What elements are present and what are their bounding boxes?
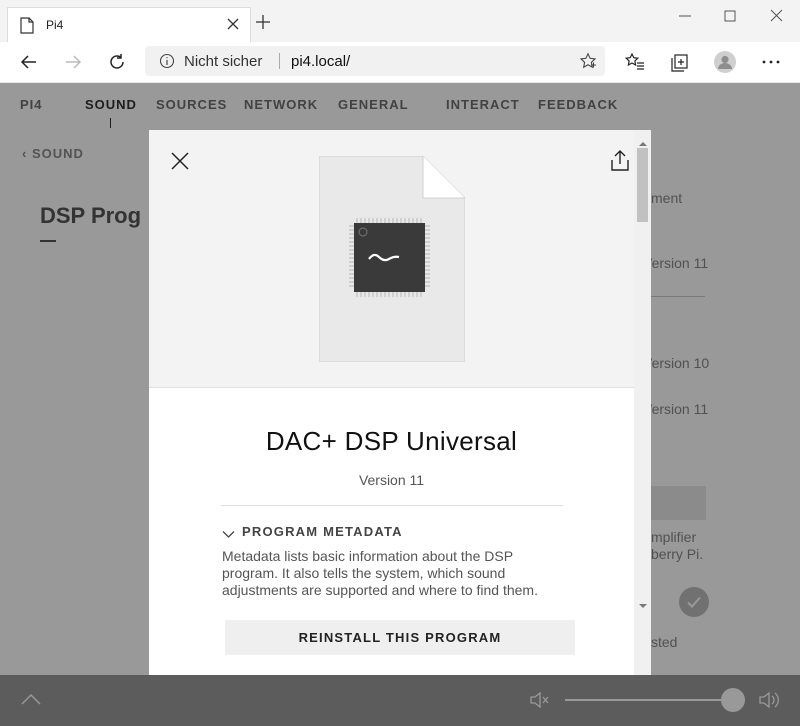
- maximize-icon[interactable]: [719, 8, 741, 26]
- close-icon[interactable]: [169, 150, 191, 172]
- address-bar[interactable]: Nicht sicher pi4.local/: [145, 46, 605, 76]
- favorites-icon[interactable]: [624, 51, 646, 73]
- scroll-down-icon[interactable]: [638, 597, 648, 615]
- collections-icon[interactable]: [669, 51, 691, 73]
- url-text[interactable]: pi4.local/: [291, 53, 350, 70]
- new-tab-icon[interactable]: [255, 14, 271, 35]
- dialog-scroll-thumb[interactable]: [637, 148, 648, 222]
- browser-tab[interactable]: Pi4: [7, 7, 251, 42]
- close-tab-icon[interactable]: [226, 17, 240, 36]
- dialog-header: [149, 130, 634, 388]
- program-version: Version 11: [358, 472, 425, 488]
- back-icon[interactable]: [18, 51, 40, 73]
- document-icon: [20, 17, 34, 39]
- metadata-label: PROGRAM METADATA: [242, 524, 403, 539]
- program-title: DAC+ DSP Universal: [265, 426, 518, 456]
- profile-icon[interactable]: [714, 51, 736, 73]
- address-separator: [279, 53, 280, 69]
- refresh-icon[interactable]: [106, 51, 128, 73]
- close-window-icon[interactable]: [765, 8, 787, 26]
- share-icon[interactable]: [609, 148, 631, 172]
- dialog-divider: [221, 505, 563, 506]
- chevron-down-icon: [222, 526, 235, 544]
- program-dialog: DAC+ DSP Universal Version 11 PROGRAM ME…: [149, 130, 651, 675]
- security-label[interactable]: Nicht sicher: [184, 53, 262, 70]
- info-icon[interactable]: [159, 53, 175, 74]
- forward-icon[interactable]: [62, 51, 84, 73]
- reinstall-button[interactable]: REINSTALL THIS PROGRAM: [225, 620, 575, 655]
- browser-toolbar: Nicht sicher pi4.local/: [0, 42, 800, 83]
- dsp-chip-icon: [319, 156, 465, 362]
- tab-title: Pi4: [46, 18, 64, 32]
- metadata-description: Metadata lists basic information about t…: [222, 548, 538, 598]
- favorite-star-icon[interactable]: [579, 52, 597, 75]
- more-icon[interactable]: [760, 51, 782, 73]
- minimize-icon[interactable]: [674, 8, 696, 26]
- tab-bar: Pi4: [0, 0, 800, 43]
